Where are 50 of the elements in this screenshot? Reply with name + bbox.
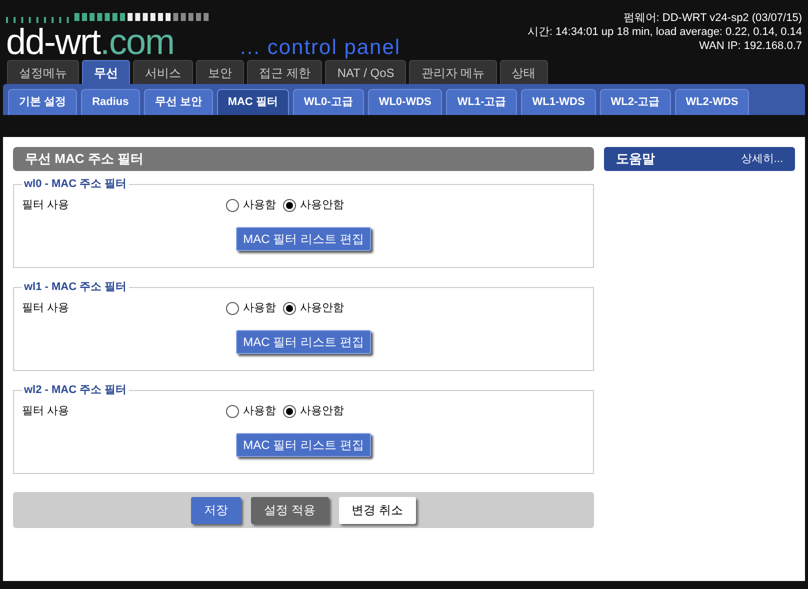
sub-tab[interactable]: WL0-고급: [292, 89, 364, 115]
radio-label: 사용함: [243, 404, 276, 420]
main-tab[interactable]: 무선: [82, 60, 130, 84]
radio-label: 사용안함: [300, 198, 344, 214]
main-tab[interactable]: 상태: [500, 60, 548, 84]
main-tab[interactable]: 설정메뉴: [7, 60, 79, 84]
sub-tab[interactable]: WL0-WDS: [368, 89, 442, 115]
radio-button[interactable]: [283, 199, 296, 212]
group-legend: wl1 - MAC 주소 필터: [22, 279, 129, 296]
logo-text: dd-wrt.com: [6, 24, 176, 60]
group-legend: wl2 - MAC 주소 필터: [22, 382, 129, 398]
radio-label: 사용안함: [300, 301, 344, 316]
edit-list-button[interactable]: MAC 필터 리스트 편집: [236, 432, 371, 456]
radio-label: 사용함: [243, 198, 276, 214]
group-legend: wl0 - MAC 주소 필터: [22, 176, 129, 192]
sub-tab[interactable]: WL1-WDS: [521, 89, 596, 115]
sub-tab[interactable]: 무선 보안: [144, 89, 213, 115]
radio-label: 사용안함: [300, 404, 344, 420]
more-link[interactable]: 상세히...: [740, 150, 783, 168]
main-tab[interactable]: 접근 제한: [247, 60, 322, 84]
section-title: 무선 MAC 주소 필터: [13, 147, 594, 171]
radio-button[interactable]: [283, 405, 296, 418]
help-title: 도움말: [616, 150, 655, 168]
status-text: 시간: 14:34:01 up 18 min, load average: 0.22, 0.14, 0.14: [527, 25, 802, 39]
tagline: ... control panel: [240, 36, 401, 60]
main-tab[interactable]: 서비스: [133, 60, 193, 84]
status-text: WAN IP: 192.168.0.7: [699, 39, 802, 53]
sub-tab[interactable]: WL1-고급: [446, 89, 518, 115]
main-tab[interactable]: 보안: [196, 60, 244, 84]
sub-tab[interactable]: WL2-고급: [600, 89, 671, 115]
field-label: 필터 사용: [22, 301, 70, 316]
field-label: 필터 사용: [22, 404, 70, 420]
radio-button[interactable]: [226, 199, 239, 212]
sub-tab[interactable]: MAC 필터: [216, 89, 289, 115]
sub-tab[interactable]: WL2-WDS: [674, 89, 750, 115]
edit-list-button[interactable]: MAC 필터 리스트 편집: [236, 330, 371, 354]
radio-button[interactable]: [283, 302, 296, 315]
main-tab[interactable]: 관리자 메뉴: [409, 60, 497, 84]
status-text: 펌웨어: DD-WRT v24-sp2 (03/07/15): [623, 11, 802, 25]
footer-button[interactable]: 변경 취소: [338, 496, 416, 524]
field-label: 필터 사용: [22, 198, 70, 214]
sub-tab[interactable]: 기본 설정: [8, 89, 78, 115]
edit-list-button[interactable]: MAC 필터 리스트 편집: [236, 226, 371, 250]
radio-label: 사용함: [243, 301, 276, 316]
footer-button[interactable]: 설정 적용: [251, 496, 328, 524]
main-tab[interactable]: NAT / QoS: [325, 60, 406, 84]
sub-tab[interactable]: Radius: [81, 89, 140, 115]
radio-button[interactable]: [226, 302, 239, 315]
radio-button[interactable]: [226, 405, 239, 418]
footer-button[interactable]: 저장: [191, 496, 242, 524]
